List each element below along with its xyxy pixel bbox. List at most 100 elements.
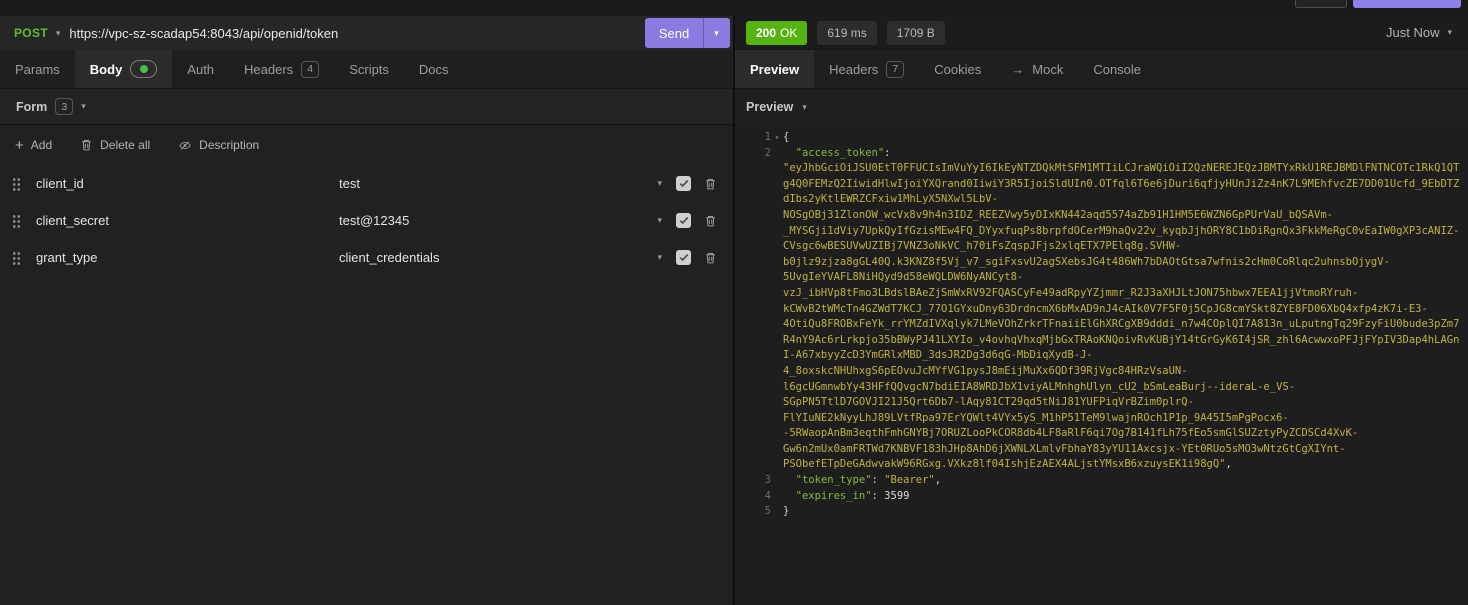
response-editor[interactable]: 1▾{2 "access_token": "eyJhbGciOiJSU0EtT0… xyxy=(735,125,1468,605)
history-dropdown[interactable]: Just Now ▾ xyxy=(1386,25,1452,40)
response-panel: 200 OK 619 ms 1709 B Just Now ▾ Preview H… xyxy=(735,16,1468,605)
code-line: 3 "token_type": "Bearer", xyxy=(735,473,1468,489)
row-enabled-checkbox[interactable] xyxy=(676,176,691,191)
tab-label: Cookies xyxy=(934,62,981,77)
code-content: "access_token": "eyJhbGciOiJSU0EtT0FFUCI… xyxy=(783,146,1468,473)
add-row-button[interactable]: + Add xyxy=(15,138,52,153)
value-type-caret-icon[interactable]: ▾ xyxy=(657,253,662,262)
history-caret-icon: ▾ xyxy=(1447,28,1452,37)
tab-params[interactable]: Params xyxy=(0,50,75,88)
send-dropdown-button[interactable]: ▾ xyxy=(703,18,730,48)
tab-headers[interactable]: Headers 4 xyxy=(229,50,334,88)
body-type-caret-icon[interactable]: ▾ xyxy=(81,102,86,111)
method-caret-icon[interactable]: ▾ xyxy=(56,29,61,38)
tab-preview[interactable]: Preview xyxy=(735,50,814,88)
drag-handle-icon[interactable] xyxy=(12,251,21,265)
code-content: } xyxy=(783,504,1468,520)
status-code: 200 xyxy=(756,26,776,40)
value-type-caret-icon[interactable]: ▾ xyxy=(657,179,662,188)
tab-label: Scripts xyxy=(349,62,389,77)
line-number: 5 xyxy=(765,504,771,520)
body-type-count-badge: 3 xyxy=(55,98,73,115)
param-key-field[interactable]: grant_type xyxy=(36,250,339,265)
tab-cookies[interactable]: Cookies xyxy=(919,50,996,88)
tab-auth[interactable]: Auth xyxy=(172,50,229,88)
line-number: 3 xyxy=(765,473,771,489)
eye-off-icon xyxy=(178,139,192,152)
code-content: { xyxy=(783,130,1468,146)
api-client-window: POST ▾ https://vpc-sz-scadap54:8043/api/… xyxy=(0,0,1468,605)
tab-label: Console xyxy=(1093,62,1141,77)
row-delete-button[interactable] xyxy=(704,214,717,228)
line-number-gutter: 4 xyxy=(735,489,783,505)
view-mode-label[interactable]: Preview xyxy=(746,100,793,114)
param-value-field[interactable]: test@12345 xyxy=(339,213,657,228)
arrow-right-icon: → xyxy=(1011,62,1024,77)
description-label: Description xyxy=(199,138,259,152)
tab-mock[interactable]: → Mock xyxy=(996,50,1078,88)
form-row: client_idtest▾ xyxy=(0,165,733,202)
view-mode-caret-icon[interactable]: ▾ xyxy=(802,103,807,112)
tab-scripts[interactable]: Scripts xyxy=(334,50,404,88)
green-dot-icon xyxy=(140,65,148,73)
line-number: 4 xyxy=(765,489,771,505)
status-text: OK xyxy=(780,26,797,40)
fold-caret-icon[interactable]: ▾ xyxy=(771,130,783,146)
delete-all-button[interactable]: Delete all xyxy=(80,138,150,152)
code-line: 4 "expires_in": 3599 xyxy=(735,489,1468,505)
method-selector[interactable]: POST xyxy=(14,26,48,40)
trash-icon xyxy=(80,138,93,152)
code-content: "expires_in": 3599 xyxy=(783,489,1468,505)
tab-docs[interactable]: Docs xyxy=(404,50,464,88)
code-line: 2 "access_token": "eyJhbGciOiJSU0EtT0FFU… xyxy=(735,146,1468,473)
form-row: client_secrettest@12345▾ xyxy=(0,202,733,239)
row-delete-button[interactable] xyxy=(704,177,717,191)
send-button[interactable]: Send ▾ xyxy=(645,18,730,48)
tab-label: Mock xyxy=(1032,62,1063,77)
tab-count-badge: 7 xyxy=(886,61,904,78)
send-button-label[interactable]: Send xyxy=(645,18,703,48)
body-type-bar: Form 3 ▾ xyxy=(0,89,733,125)
top-primary-button[interactable] xyxy=(1353,0,1461,8)
top-secondary-button[interactable] xyxy=(1295,0,1347,8)
response-size-badge: 1709 B xyxy=(887,21,945,45)
tab-headers[interactable]: Headers7 xyxy=(814,50,919,88)
response-time-badge: 619 ms xyxy=(817,21,876,45)
delete-all-label: Delete all xyxy=(100,138,150,152)
line-number-gutter: 5 xyxy=(735,504,783,520)
line-number-gutter: 3 xyxy=(735,473,783,489)
drag-handle-icon[interactable] xyxy=(12,177,21,191)
code-line: 1▾{ xyxy=(735,130,1468,146)
drag-handle-icon[interactable] xyxy=(12,214,21,228)
status-badge: 200 OK xyxy=(746,21,807,45)
plus-icon: + xyxy=(15,138,24,153)
tab-label: Preview xyxy=(750,62,799,77)
param-key-field[interactable]: client_secret xyxy=(36,213,339,228)
tab-body[interactable]: Body xyxy=(75,50,173,88)
add-row-label: Add xyxy=(31,138,52,152)
top-strip xyxy=(0,0,1468,16)
body-type-label[interactable]: Form xyxy=(16,100,47,114)
line-number: 2 xyxy=(765,146,771,162)
request-tabbar: Params BodyAuth Headers 4 Scripts Docs xyxy=(0,50,733,89)
request-panel: POST ▾ https://vpc-sz-scadap54:8043/api/… xyxy=(0,16,735,605)
tab-console[interactable]: Console xyxy=(1078,50,1156,88)
param-key-field[interactable]: client_id xyxy=(36,176,339,191)
tab-count-badge: 4 xyxy=(301,61,319,78)
url-input[interactable]: https://vpc-sz-scadap54:8043/api/openid/… xyxy=(69,26,645,41)
param-value-field[interactable]: test xyxy=(339,176,657,191)
row-enabled-checkbox[interactable] xyxy=(676,250,691,265)
code-line: 5} xyxy=(735,504,1468,520)
value-type-caret-icon[interactable]: ▾ xyxy=(657,216,662,225)
description-toggle-button[interactable]: Description xyxy=(178,138,259,152)
tab-label: Params xyxy=(15,62,60,77)
main-area: POST ▾ https://vpc-sz-scadap54:8043/api/… xyxy=(0,16,1468,605)
line-number-gutter: 1▾ xyxy=(735,130,783,146)
param-value-field[interactable]: client_credentials xyxy=(339,250,657,265)
row-delete-button[interactable] xyxy=(704,251,717,265)
tab-label: Headers xyxy=(244,62,293,77)
row-enabled-checkbox[interactable] xyxy=(676,213,691,228)
form-toolbar: + Add Delete all Description xyxy=(0,125,733,165)
body-active-indicator xyxy=(130,60,157,78)
form-row: grant_typeclient_credentials▾ xyxy=(0,239,733,276)
